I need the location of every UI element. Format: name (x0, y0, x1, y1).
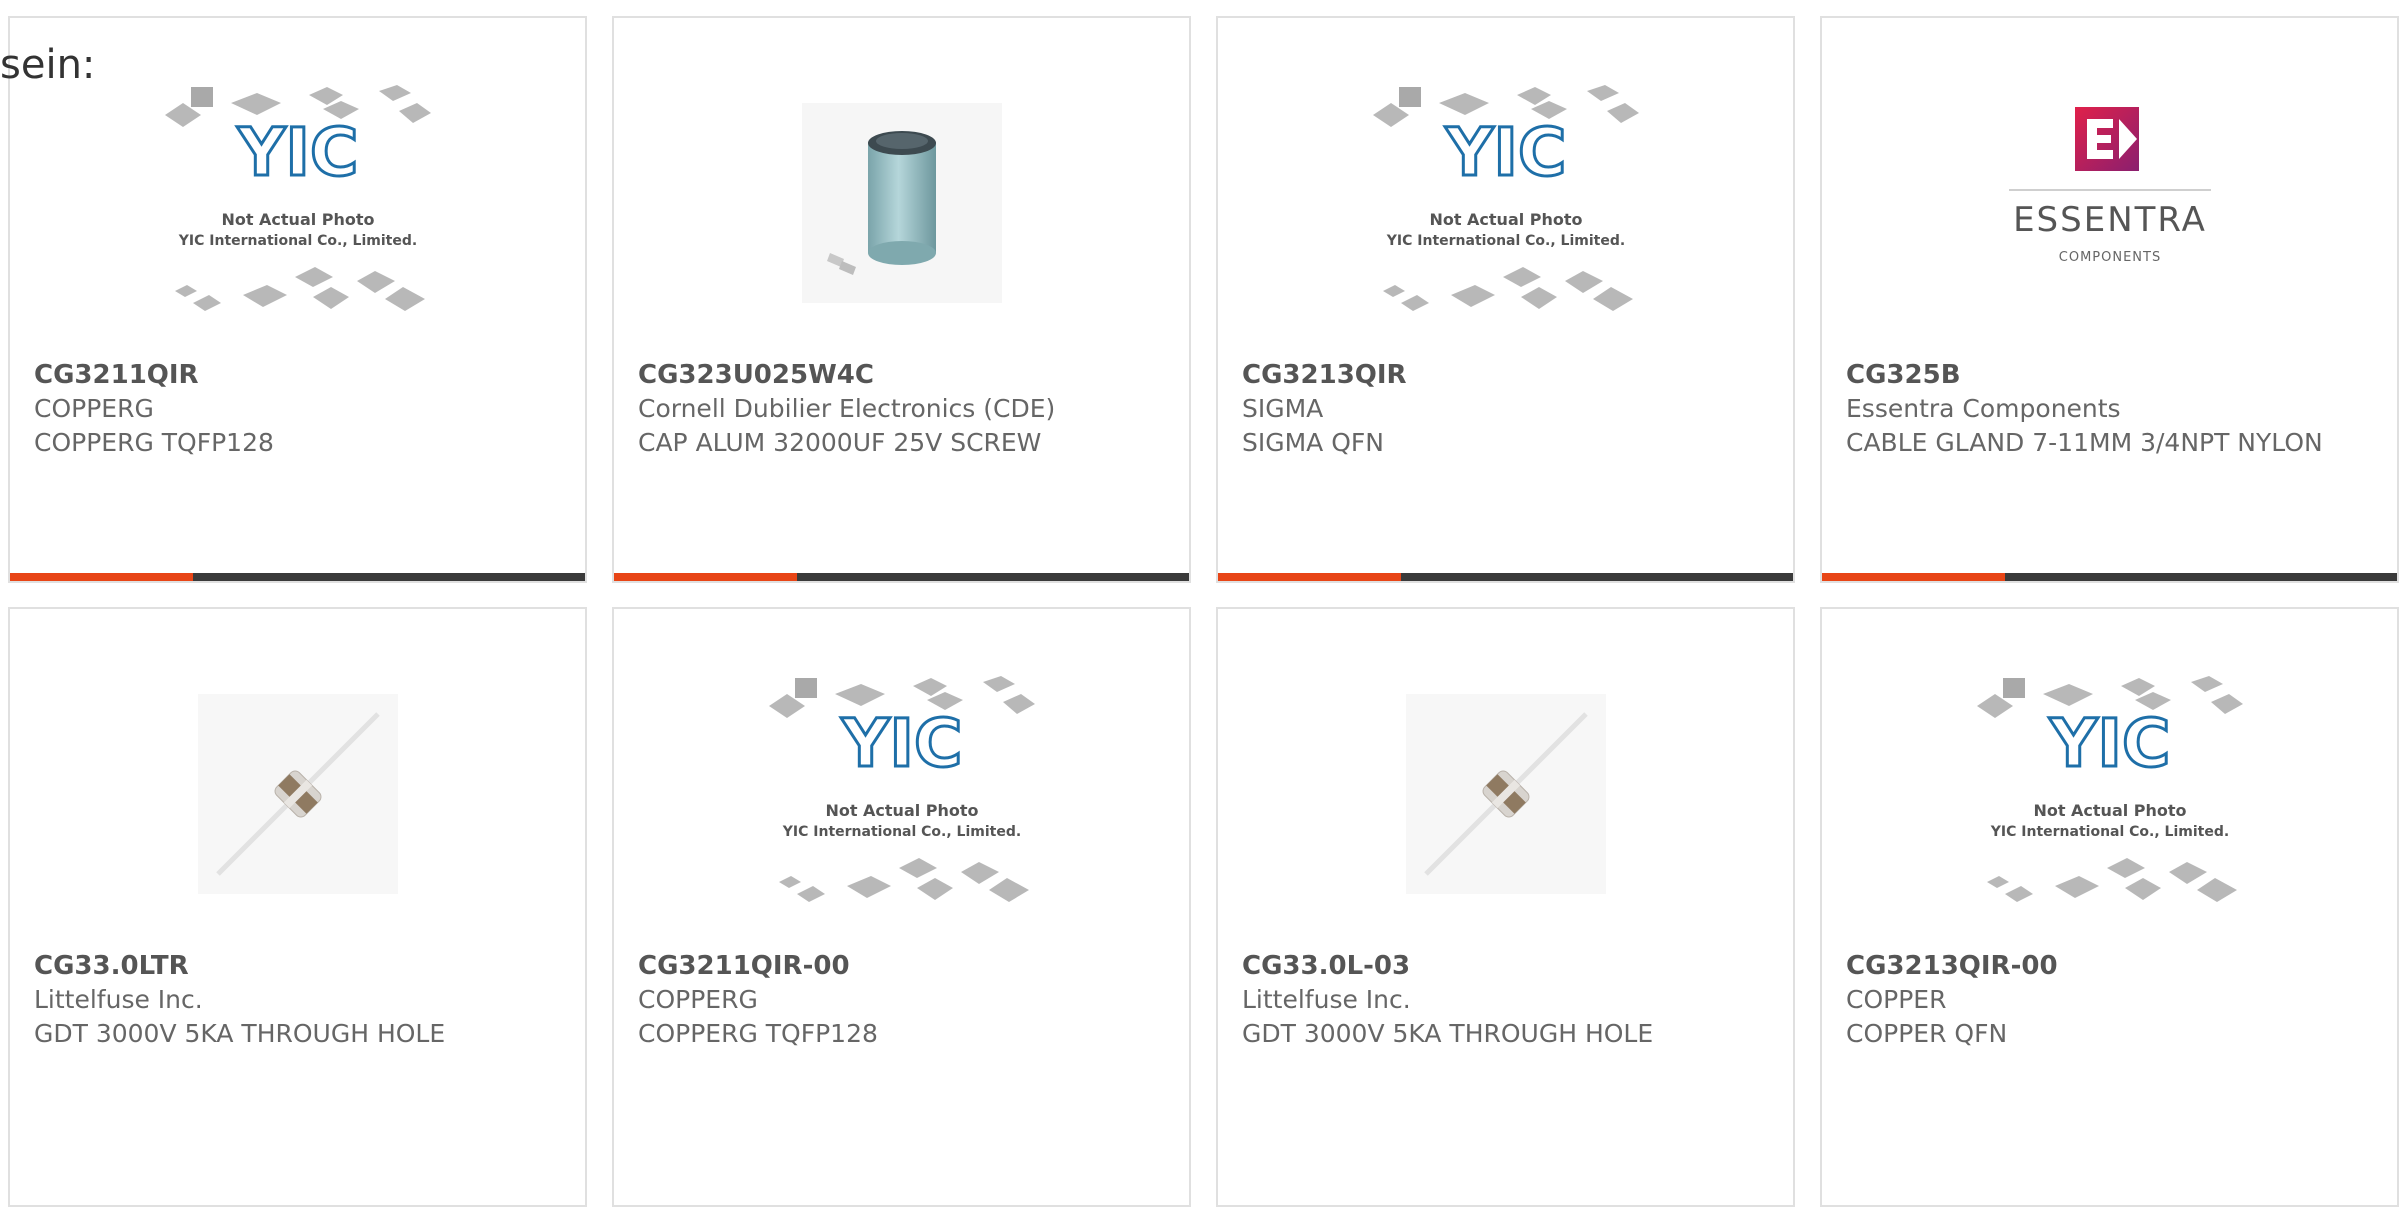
svg-text:YIC: YIC (1444, 114, 1566, 191)
card-bottom-bar (1822, 573, 2397, 581)
product-thumbnail: ESSENTRA COMPONENTS (1822, 88, 2397, 318)
product-card[interactable]: ESSENTRA COMPONENTS CG325B Essentra Comp… (1820, 16, 2399, 583)
product-card[interactable]: CG323U025W4C Cornell Dubilier Electronic… (612, 16, 1191, 583)
description: CABLE GLAND 7-11MM 3/4NPT NYLON (1846, 428, 2323, 457)
svg-text:COMPONENTS: COMPONENTS (2058, 250, 2160, 265)
product-thumbnail: YIC Not Actual Photo YIC International C… (1822, 676, 2397, 909)
manufacturer: COPPER (1846, 985, 1947, 1014)
part-number[interactable]: CG325B (1846, 358, 2377, 392)
product-thumbnail (1218, 679, 1793, 909)
product-thumbnail: YIC Not Actual Photo YIC International C… (614, 676, 1189, 909)
section-heading: sein: (0, 42, 96, 88)
yic-placeholder-icon: YIC Not Actual Photo YIC International C… (164, 85, 431, 311)
svg-text:Not Actual Photo: Not Actual Photo (2033, 801, 2186, 820)
manufacturer: Littelfuse Inc. (34, 985, 203, 1014)
svg-text:YIC International Co., Limited: YIC International Co., Limited. (781, 824, 1020, 840)
card-bottom-bar (1218, 573, 1793, 581)
svg-text:YIC: YIC (236, 114, 358, 191)
product-thumbnail: YIC Not Actual Photo YIC International C… (10, 85, 585, 318)
product-card[interactable]: YIC Not Actual Photo YIC International C… (1820, 607, 2399, 1207)
card-bottom-bar (614, 573, 1189, 581)
gas-discharge-tube-icon (1405, 694, 1606, 894)
description: CAP ALUM 32000UF 25V SCREW (638, 428, 1042, 457)
yic-placeholder-icon: YIC Not Actual Photo YIC International C… (1976, 676, 2243, 902)
manufacturer: SIGMA (1242, 394, 1324, 423)
part-number[interactable]: CG3211QIR (34, 358, 565, 392)
essentra-logo-icon: ESSENTRA COMPONENTS (2008, 107, 2211, 265)
card-accent (10, 573, 193, 581)
svg-text:YIC International Co., Limited: YIC International Co., Limited. (177, 233, 416, 249)
product-card[interactable]: YIC Not Actual Photo YIC International C… (8, 16, 587, 583)
capacitor-icon (801, 103, 1002, 303)
description: GDT 3000V 5KA THROUGH HOLE (34, 1019, 446, 1048)
svg-text:Not Actual Photo: Not Actual Photo (221, 210, 374, 229)
part-number[interactable]: CG323U025W4C (638, 358, 1169, 392)
card-bottom-bar (10, 573, 585, 581)
svg-text:YIC: YIC (840, 705, 962, 782)
svg-text:YIC International Co., Limited: YIC International Co., Limited. (1989, 824, 2228, 840)
product-grid: YIC Not Actual Photo YIC International C… (8, 16, 2400, 1207)
manufacturer: Littelfuse Inc. (1242, 985, 1411, 1014)
gas-discharge-tube-icon (197, 694, 398, 894)
product-thumbnail (614, 88, 1189, 318)
product-card[interactable]: CG33.0LTR Littelfuse Inc. GDT 3000V 5KA … (8, 607, 587, 1207)
product-card[interactable]: YIC Not Actual Photo YIC International C… (1216, 16, 1795, 583)
card-accent (1218, 573, 1401, 581)
card-accent (614, 573, 797, 581)
manufacturer: Essentra Components (1846, 394, 2121, 423)
yic-placeholder-icon: YIC Not Actual Photo YIC International C… (1372, 85, 1639, 311)
part-number[interactable]: CG33.0LTR (34, 949, 565, 983)
description: COPPERG TQFP128 (638, 1019, 878, 1048)
svg-text:ESSENTRA: ESSENTRA (2013, 200, 2207, 240)
part-number[interactable]: CG33.0L-03 (1242, 949, 1773, 983)
part-number[interactable]: CG3213QIR-00 (1846, 949, 2377, 983)
description: SIGMA QFN (1242, 428, 1384, 457)
product-card[interactable]: YIC Not Actual Photo YIC International C… (612, 607, 1191, 1207)
manufacturer: COPPERG (638, 985, 758, 1014)
yic-placeholder-icon: YIC Not Actual Photo YIC International C… (768, 676, 1035, 902)
svg-text:YIC International Co., Limited: YIC International Co., Limited. (1385, 233, 1624, 249)
description: COPPER QFN (1846, 1019, 2008, 1048)
manufacturer: COPPERG (34, 394, 154, 423)
manufacturer: Cornell Dubilier Electronics (CDE) (638, 394, 1056, 423)
card-accent (1822, 573, 2005, 581)
part-number[interactable]: CG3213QIR (1242, 358, 1773, 392)
product-card[interactable]: CG33.0L-03 Littelfuse Inc. GDT 3000V 5KA… (1216, 607, 1795, 1207)
product-thumbnail (10, 679, 585, 909)
part-number[interactable]: CG3211QIR-00 (638, 949, 1169, 983)
description: GDT 3000V 5KA THROUGH HOLE (1242, 1019, 1654, 1048)
description: COPPERG TQFP128 (34, 428, 274, 457)
product-thumbnail: YIC Not Actual Photo YIC International C… (1218, 85, 1793, 318)
svg-text:Not Actual Photo: Not Actual Photo (825, 801, 978, 820)
svg-text:YIC: YIC (2048, 705, 2170, 782)
svg-text:Not Actual Photo: Not Actual Photo (1429, 210, 1582, 229)
